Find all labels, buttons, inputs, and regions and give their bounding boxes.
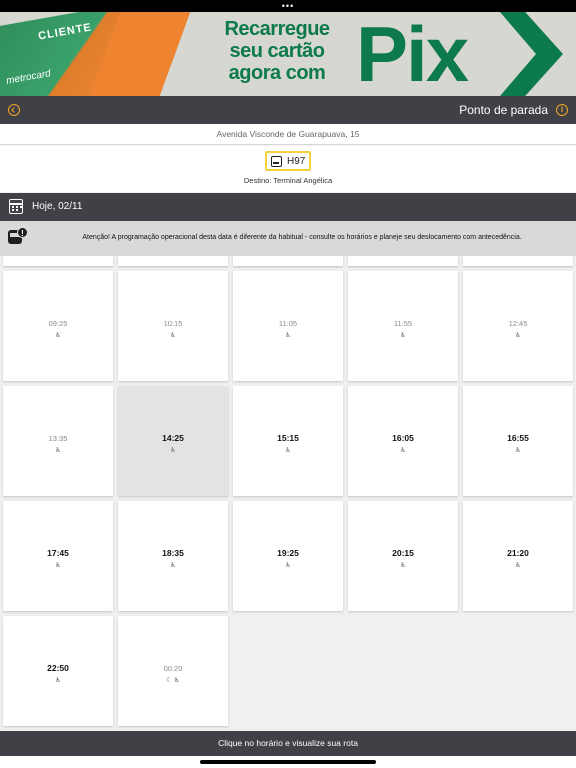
departure-card[interactable]: 10:15 ♿ <box>118 271 228 381</box>
banner-headline: Recarregue seu cartão agora com <box>212 18 342 84</box>
accessibility-icon: ♿ <box>170 562 176 569</box>
info-icon[interactable]: i <box>556 104 568 116</box>
departure-card[interactable]: 18:35 ♿ <box>118 501 228 611</box>
departure-card[interactable]: 20:15 ♿ <box>348 501 458 611</box>
accessibility-icon: ♿ <box>55 332 61 339</box>
stop-address: Avenida Visconde de Guarapuava, 15 <box>0 124 576 145</box>
date-label: Hoje, 02/11 <box>32 201 83 212</box>
accessibility-icon: ♿ <box>170 332 176 339</box>
home-indicator[interactable] <box>200 760 376 764</box>
accessibility-icon: ♿ <box>515 447 521 454</box>
departure-card-partial[interactable] <box>3 256 113 266</box>
departure-time: 15:15 <box>277 433 299 443</box>
departure-card[interactable]: 14:25 ♿ <box>118 386 228 496</box>
departure-card[interactable]: 12:45 ♿ <box>463 271 573 381</box>
departure-card[interactable]: 17:45 ♿ <box>3 501 113 611</box>
departure-card-partial[interactable] <box>463 256 573 266</box>
status-bar: ••• <box>0 0 576 12</box>
line-destination: Destino: Terminal Angélica <box>243 176 333 185</box>
departure-time: 13:35 <box>48 434 68 443</box>
back-arrow-icon[interactable] <box>8 104 20 116</box>
departure-time: 17:45 <box>47 548 69 558</box>
departure-time: 00:20 <box>163 664 183 673</box>
departure-time: 11:05 <box>278 319 298 328</box>
departure-time: 20:15 <box>392 548 414 558</box>
departure-card-partial[interactable] <box>233 256 343 266</box>
headline-line-3: agora com <box>228 62 326 84</box>
departure-time: 22:50 <box>47 663 69 673</box>
bus-icon <box>271 156 282 167</box>
departure-card[interactable]: 16:55 ♿ <box>463 386 573 496</box>
line-badge[interactable]: H97 <box>265 151 311 171</box>
departure-time: 14:25 <box>162 433 184 443</box>
accessibility-icon: ♿ <box>170 447 176 454</box>
alert-message: Atenção! A programação operacional desta… <box>82 234 522 241</box>
departure-time: 18:35 <box>162 548 184 558</box>
accessibility-icon: ♿ <box>285 332 291 339</box>
departure-card[interactable]: 19:25 ♿ <box>233 501 343 611</box>
line-code: H97 <box>287 156 306 167</box>
departure-card[interactable]: 13:35 ♿ <box>3 386 113 496</box>
departure-card[interactable]: 09:25 ♿ <box>3 271 113 381</box>
schedule-alert: ! Atenção! A programação operacional des… <box>0 221 576 256</box>
departure-time: 11:55 <box>393 319 413 328</box>
exclamation-icon: ! <box>17 227 28 238</box>
departure-time: 19:25 <box>277 548 299 558</box>
pix-promo-banner[interactable]: CLIENTE metrocard Recarregue seu cartão … <box>0 12 576 96</box>
calendar-icon[interactable] <box>9 199 23 214</box>
departure-time: 09:25 <box>48 319 68 328</box>
departure-card[interactable]: 15:15 ♿ <box>233 386 343 496</box>
home-indicator-area <box>0 756 576 768</box>
accessibility-icon: ♿ <box>515 332 521 339</box>
accessibility-icon: ♿ <box>400 562 406 569</box>
app-header: Ponto de parada i <box>0 96 576 124</box>
headline-line-1: Recarregue <box>224 18 330 40</box>
accessibility-icon: ♿ <box>55 562 61 569</box>
pix-logo: Pix <box>356 12 469 96</box>
line-info: H97 Destino: Terminal Angélica <box>0 146 576 192</box>
departure-card[interactable]: 00:20 ☾ ♿ <box>118 616 228 726</box>
departure-grid: 09:25 ♿ 10:15 ♿ 11:05 ♿ 11:55 ♿ 12:45 ♿ 13:35 ♿ 14:2… <box>0 256 576 731</box>
departure-card-partial[interactable] <box>348 256 458 266</box>
date-bar[interactable]: Hoje, 02/11 <box>0 193 576 221</box>
accessibility-icon: ♿ <box>285 562 291 569</box>
departure-time: 10:15 <box>163 319 183 328</box>
departure-time: 21:20 <box>507 548 529 558</box>
accessibility-icon: ♿ <box>400 332 406 339</box>
multitasking-dots-icon[interactable]: ••• <box>282 2 294 11</box>
accessibility-icon: ♿ <box>400 447 406 454</box>
accessibility-icon: ☾ ♿ <box>166 677 180 684</box>
accessibility-icon: ♿ <box>55 447 61 454</box>
headline-line-2: seu cartão <box>229 40 325 62</box>
departure-time: 16:55 <box>507 433 529 443</box>
accessibility-icon: ♿ <box>285 447 291 454</box>
chevron-graphic <box>500 12 563 96</box>
departure-card[interactable]: 22:50 ♿ <box>3 616 113 726</box>
departure-time: 12:45 <box>508 319 528 328</box>
departure-card-partial[interactable] <box>118 256 228 266</box>
departure-card[interactable]: 21:20 ♿ <box>463 501 573 611</box>
departure-card[interactable]: 11:05 ♿ <box>233 271 343 381</box>
departure-time: 16:05 <box>392 433 414 443</box>
footer-hint: Clique no horário e visualize sua rota <box>0 731 576 756</box>
departure-card[interactable]: 11:55 ♿ <box>348 271 458 381</box>
accessibility-icon: ♿ <box>55 677 61 684</box>
page-title: Ponto de parada <box>459 103 548 117</box>
accessibility-icon: ♿ <box>515 562 521 569</box>
departure-card[interactable]: 16:05 ♿ <box>348 386 458 496</box>
